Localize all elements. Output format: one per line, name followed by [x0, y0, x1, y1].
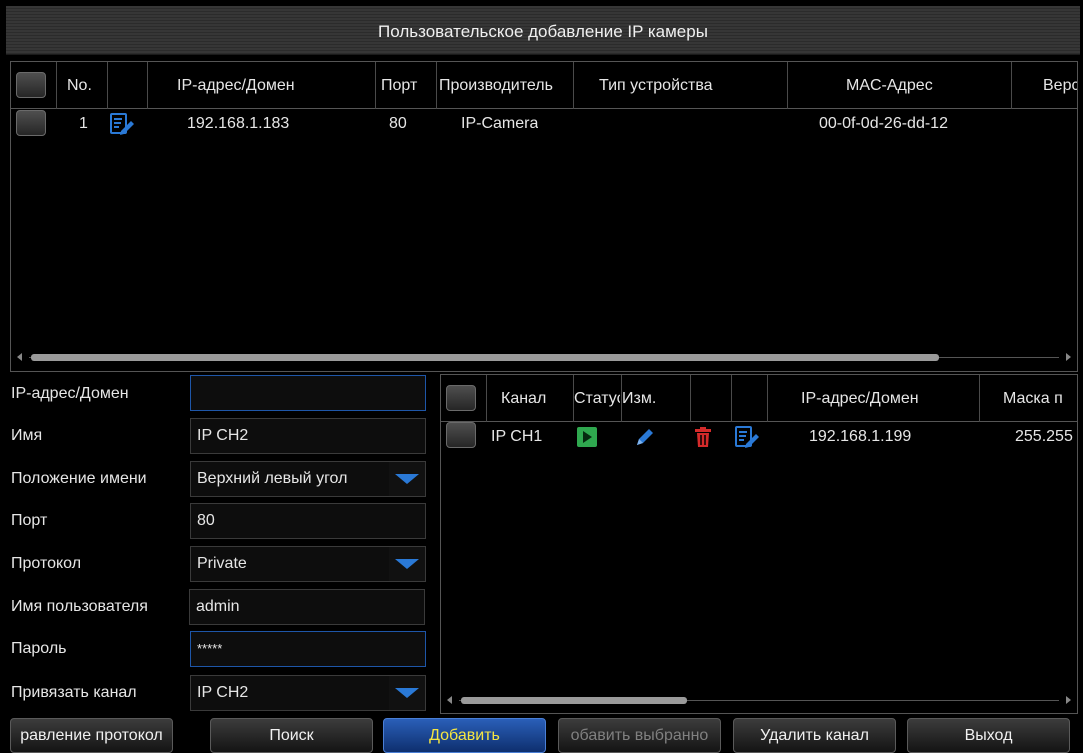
- port-value: 80: [197, 512, 215, 529]
- password-label: Пароль: [11, 640, 67, 657]
- channel-table-scrollbar[interactable]: [445, 693, 1073, 709]
- port-label: Порт: [11, 512, 48, 529]
- password-value: *****: [197, 641, 223, 656]
- port-input[interactable]: 80: [190, 503, 426, 539]
- name-input[interactable]: IP CH2: [190, 418, 426, 454]
- protocol-manage-button[interactable]: равление протокол: [10, 718, 173, 753]
- name-value: IP CH2: [197, 427, 249, 444]
- protocol-value: Private: [197, 555, 247, 572]
- row-ip: 192.168.1.183: [187, 115, 290, 132]
- username-input[interactable]: admin: [189, 589, 425, 625]
- select-all-checkbox[interactable]: [16, 72, 46, 98]
- search-results-table: No. IP-адрес/Домен Порт Производитель Ти…: [10, 61, 1078, 372]
- col-port: Порт: [381, 77, 418, 94]
- scroll-left-arrow-icon[interactable]: [447, 696, 452, 704]
- col-version: Верс: [1043, 77, 1078, 94]
- exit-button[interactable]: Выход: [907, 718, 1070, 753]
- row-no: 1: [79, 115, 88, 132]
- trash-icon[interactable]: [692, 426, 714, 448]
- col-manufacturer: Производитель: [439, 77, 553, 94]
- add-selected-button[interactable]: обавить выбранно: [558, 718, 721, 753]
- col-mask: Маска п: [1003, 390, 1063, 407]
- col-ip: IP-адрес/Домен: [177, 77, 295, 94]
- row-mac: 00-0f-0d-26-dd-12: [819, 115, 948, 132]
- bind-channel-label: Привязать канал: [11, 684, 137, 701]
- scroll-thumb[interactable]: [31, 354, 939, 361]
- scroll-right-arrow-icon[interactable]: [1066, 696, 1071, 704]
- chevron-down-icon[interactable]: [389, 676, 425, 710]
- pencil-icon[interactable]: [634, 426, 656, 448]
- bind-channel-value: IP CH2: [197, 684, 249, 701]
- window-title: Пользовательское добавление IP камеры: [378, 22, 708, 41]
- col-mac: MAC-Адрес: [846, 77, 933, 94]
- row-port: 80: [389, 115, 407, 132]
- row-channel-ip: 192.168.1.199: [809, 428, 912, 445]
- col-channel: Канал: [501, 390, 547, 407]
- channel-table: Канал Статус Изм. IP-адрес/Домен Маска п…: [440, 374, 1078, 714]
- select-all-channels-checkbox[interactable]: [446, 385, 476, 411]
- col-device-type: Тип устройства: [599, 77, 713, 94]
- scroll-thumb[interactable]: [461, 697, 687, 704]
- channel-table-header: Канал Статус Изм. IP-адрес/Домен Маска п: [441, 375, 1077, 422]
- search-table-header: No. IP-адрес/Домен Порт Производитель Ти…: [11, 62, 1077, 109]
- edit-icon[interactable]: [109, 112, 135, 136]
- name-position-label: Положение имени: [11, 470, 147, 487]
- ip-label: IP-адрес/Домен: [11, 385, 129, 402]
- search-button[interactable]: Поиск: [210, 718, 373, 753]
- name-label: Имя: [11, 427, 43, 444]
- name-position-select[interactable]: Верхний левый угол: [190, 461, 426, 497]
- search-table-scrollbar[interactable]: [15, 350, 1073, 366]
- table-row[interactable]: 1 192.168.1.183 80 IP-Camera 00-0f-0d-26…: [11, 110, 1077, 142]
- username-value: admin: [196, 598, 240, 615]
- protocol-select[interactable]: Private: [190, 546, 426, 582]
- title-bar: Пользовательское добавление IP камеры: [6, 6, 1080, 55]
- scroll-left-arrow-icon[interactable]: [17, 353, 22, 361]
- col-edit: Изм.: [622, 390, 657, 407]
- row-manufacturer: IP-Camera: [461, 115, 539, 132]
- protocol-label: Протокол: [11, 555, 82, 572]
- chevron-down-icon[interactable]: [389, 547, 425, 581]
- row-channel: IP CH1: [491, 428, 543, 445]
- col-status: Статус: [574, 390, 620, 407]
- delete-channel-button[interactable]: Удалить канал: [733, 718, 896, 753]
- name-position-value: Верхний левый угол: [197, 470, 348, 487]
- chevron-down-icon[interactable]: [389, 462, 425, 496]
- table-row[interactable]: IP CH1 192.168.1.199 255.255: [441, 422, 1077, 454]
- row-checkbox[interactable]: [16, 110, 46, 136]
- row-mask: 255.255: [1015, 428, 1073, 445]
- password-input[interactable]: *****: [190, 631, 426, 667]
- edit-icon[interactable]: [734, 425, 760, 449]
- bind-channel-select[interactable]: IP CH2: [190, 675, 426, 711]
- play-icon[interactable]: [576, 426, 598, 448]
- row-checkbox[interactable]: [446, 422, 476, 448]
- col-channel-ip: IP-адрес/Домен: [801, 390, 919, 407]
- scroll-right-arrow-icon[interactable]: [1066, 353, 1071, 361]
- ip-input[interactable]: [190, 375, 426, 411]
- col-no: No.: [67, 77, 92, 94]
- username-label: Имя пользователя: [11, 598, 148, 615]
- add-button[interactable]: Добавить: [383, 718, 546, 753]
